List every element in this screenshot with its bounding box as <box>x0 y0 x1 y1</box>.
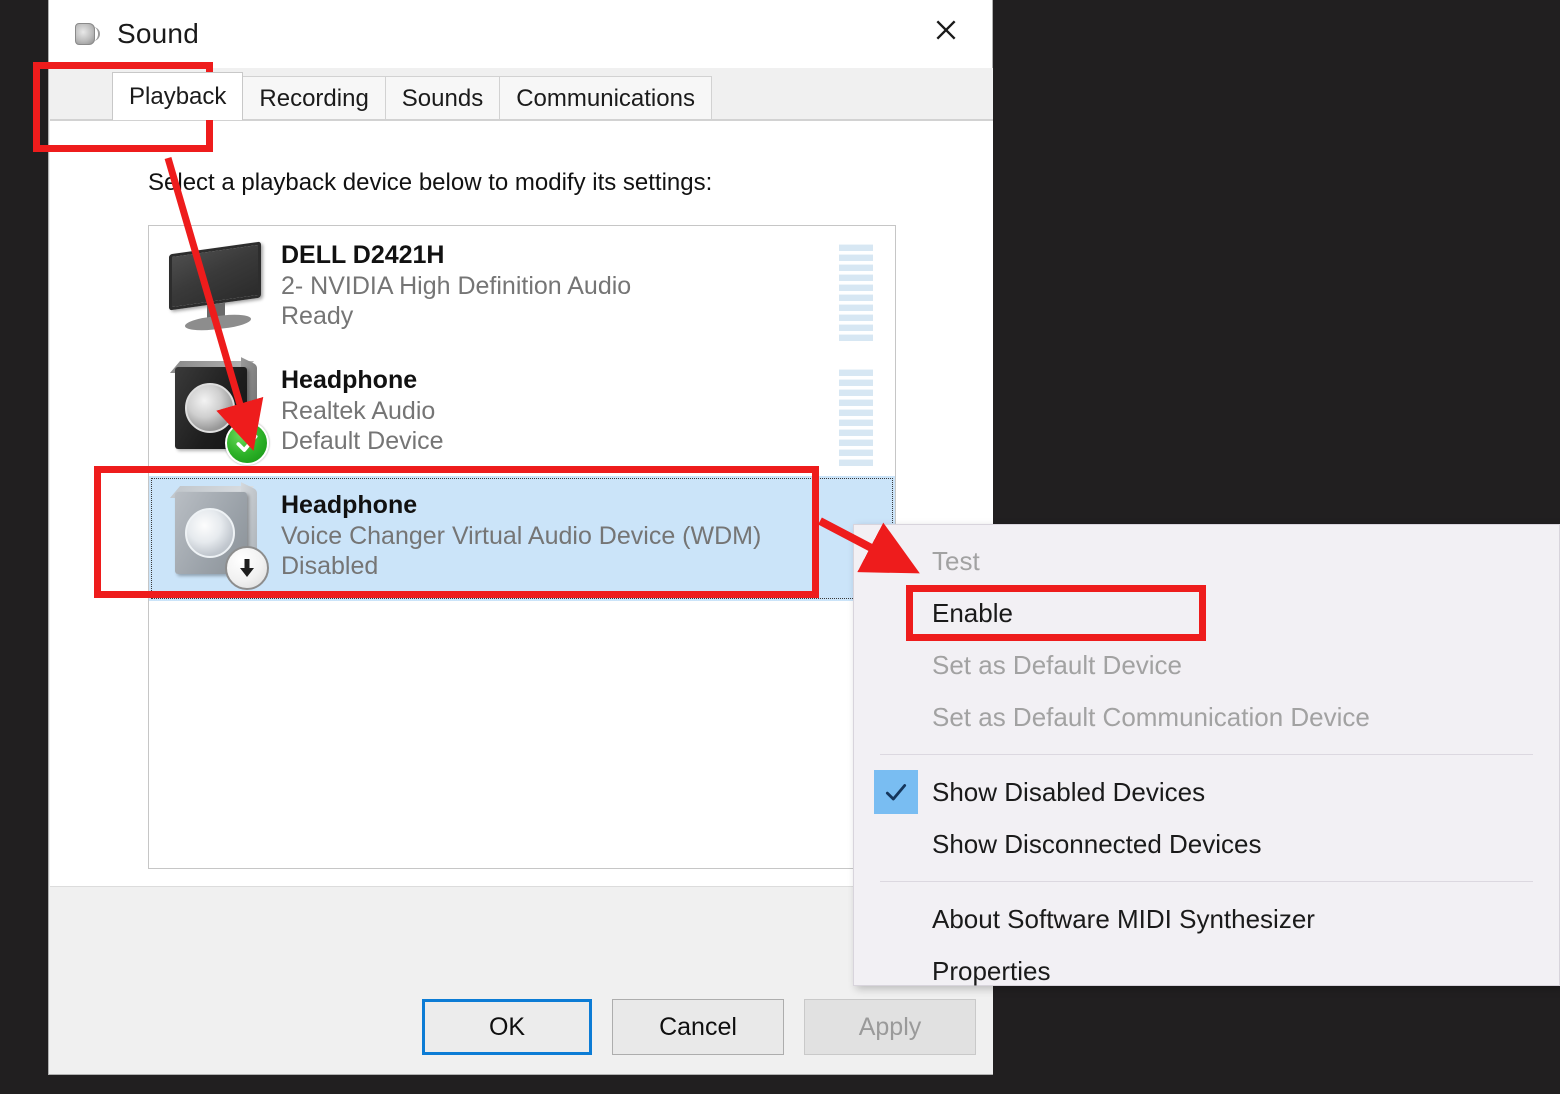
ok-label: OK <box>489 1013 525 1042</box>
device-name: Headphone <box>281 490 761 521</box>
panel-hint: Select a playback device below to modify… <box>148 169 712 197</box>
device-name: DELL D2421H <box>281 240 631 271</box>
menu-item-set-as-default-communication-device[interactable]: Set as Default Communication Device <box>854 691 1559 743</box>
menu-item-label: About Software MIDI Synthesizer <box>932 904 1315 935</box>
speaker-icon <box>163 359 271 469</box>
volume-meter <box>839 369 873 466</box>
device-state: Ready <box>281 301 631 332</box>
device-context-menu[interactable]: Test Enable Set as Default Device Set as… <box>853 524 1560 986</box>
menu-item-set-as-default-device[interactable]: Set as Default Device <box>854 639 1559 691</box>
menu-item-show-disabled-devices[interactable]: Show Disabled Devices <box>854 766 1559 818</box>
speaker-icon <box>71 19 101 49</box>
menu-item-label: Show Disabled Devices <box>932 777 1205 808</box>
dialog-footer: OK Cancel Apply <box>50 886 993 1074</box>
tab-strip: Playback Recording Sounds Communications <box>50 68 993 120</box>
green-check-badge <box>225 421 269 465</box>
menu-item-label: Properties <box>932 956 1051 987</box>
device-state: Default Device <box>281 426 444 457</box>
cancel-button[interactable]: Cancel <box>612 999 784 1055</box>
close-icon[interactable] <box>900 0 992 60</box>
window-title: Sound <box>117 18 199 50</box>
apply-label: Apply <box>859 1013 922 1042</box>
cancel-label: Cancel <box>659 1013 737 1042</box>
monitor-icon <box>163 234 271 344</box>
menu-item-label: Show Disconnected Devices <box>932 829 1262 860</box>
tab-sounds-label: Sounds <box>402 85 483 113</box>
menu-separator <box>880 754 1533 755</box>
menu-item-enable[interactable]: Enable <box>854 587 1559 639</box>
playback-device-list[interactable]: DELL D2421H 2- NVIDIA High Definition Au… <box>148 225 896 869</box>
volume-meter <box>839 244 873 341</box>
menu-item-test[interactable]: Test <box>854 535 1559 587</box>
table-row[interactable]: Headphone Realtek Audio Default Device <box>149 351 895 476</box>
menu-item-label: Set as Default Device <box>932 650 1182 681</box>
speaker-disabled-icon <box>163 484 271 594</box>
table-row[interactable]: DELL D2421H 2- NVIDIA High Definition Au… <box>149 226 895 351</box>
table-row-selected[interactable]: Headphone Voice Changer Virtual Audio De… <box>149 476 895 601</box>
menu-item-label: Enable <box>932 598 1013 629</box>
device-state: Disabled <box>281 551 761 582</box>
device-name: Headphone <box>281 365 444 396</box>
tab-playback[interactable]: Playback <box>112 72 243 120</box>
menu-item-show-disconnected-devices[interactable]: Show Disconnected Devices <box>854 818 1559 870</box>
menu-item-properties[interactable]: Properties <box>854 945 1559 997</box>
menu-item-about-software-midi-synthesizer[interactable]: About Software MIDI Synthesizer <box>854 893 1559 945</box>
tab-communications-label: Communications <box>516 85 695 113</box>
menu-separator <box>880 881 1533 882</box>
device-driver: 2- NVIDIA High Definition Audio <box>281 271 631 302</box>
tab-recording-label: Recording <box>259 85 368 113</box>
tab-recording[interactable]: Recording <box>242 76 385 120</box>
ok-button[interactable]: OK <box>422 999 592 1055</box>
tab-sounds[interactable]: Sounds <box>385 76 500 120</box>
checkmark-icon <box>874 770 918 814</box>
tab-playback-label: Playback <box>129 83 226 111</box>
device-driver: Realtek Audio <box>281 396 444 427</box>
screenshot-root: Sound Playback Recording Sounds <box>0 0 1560 1094</box>
sound-dialog: Sound Playback Recording Sounds <box>48 0 993 1075</box>
menu-item-label: Set as Default Communication Device <box>932 702 1370 733</box>
playback-panel: Select a playback device below to modify… <box>50 120 993 886</box>
apply-button[interactable]: Apply <box>804 999 976 1055</box>
down-arrow-badge <box>225 546 269 590</box>
device-driver: Voice Changer Virtual Audio Device (WDM) <box>281 521 761 552</box>
tab-communications[interactable]: Communications <box>499 76 712 120</box>
menu-item-label: Test <box>932 546 980 577</box>
title-bar: Sound <box>49 0 992 68</box>
